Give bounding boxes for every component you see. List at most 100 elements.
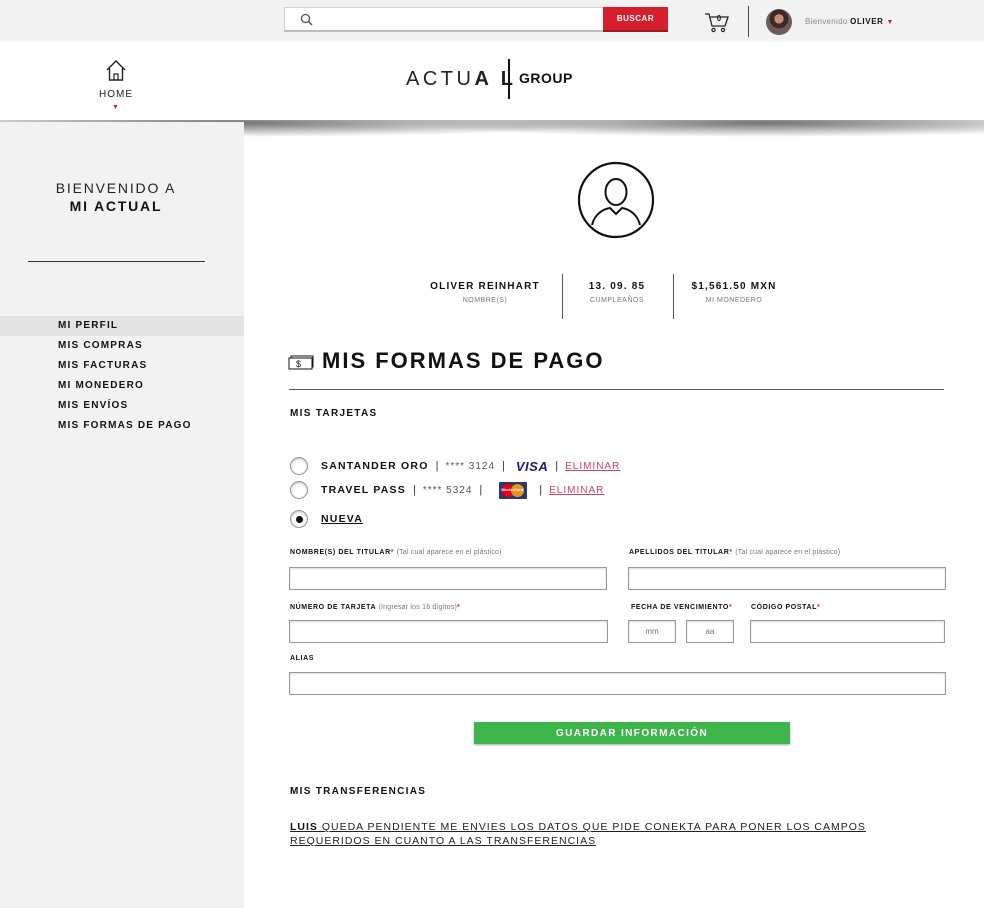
profile-birthday: 13. 09. 85 <box>588 281 646 292</box>
postal-label: CÓDIGO POSTAL* <box>751 604 820 611</box>
holder-last-label-text: APELLIDOS DEL TITULAR <box>629 549 730 556</box>
card-name: TRAVEL PASS <box>321 484 406 496</box>
alias-input[interactable] <box>289 672 946 695</box>
chevron-down-icon[interactable]: ▼ <box>112 104 119 111</box>
sidebar-welcome-line2: MI ACTUAL <box>69 198 163 214</box>
profile-name-stat: OLIVER REINHART NOMBRE(S) <box>425 281 545 304</box>
required-mark: * <box>390 549 395 556</box>
sidebar-item-mis-facturas[interactable]: MIS FACTURAS <box>0 356 244 376</box>
holder-first-input[interactable] <box>289 567 607 590</box>
holder-first-hint: (Tal cual aparece en el plástico) <box>396 549 502 556</box>
profile-wallet-label: MI MONEDERO <box>705 297 763 304</box>
required-mark: * <box>729 549 733 556</box>
sidebar-item-mis-formas-de-pago[interactable]: MIS FORMAS DE PAGO <box>0 416 244 436</box>
required-mark: * <box>817 604 821 611</box>
card-masked-number: **** 3124 <box>445 460 496 472</box>
holder-last-hint: (Tal cual aparece en el plástico) <box>735 549 841 556</box>
separator: | <box>435 460 439 472</box>
sidebar <box>0 122 244 908</box>
visa-logo: VISA <box>515 458 549 474</box>
sidebar-nav: MI PERFIL MIS COMPRAS MIS FACTURAS MI MO… <box>0 316 244 436</box>
sidebar-item-mis-envios[interactable]: MIS ENVÍOS <box>0 396 244 416</box>
logo-actual-bold: A L <box>474 68 517 90</box>
expiry-month-input[interactable] <box>628 620 676 643</box>
top-bar: BUSCAR 0 Bienvenido OLIVER ▼ <box>0 0 984 41</box>
chevron-down-icon: ▼ <box>886 19 894 26</box>
logo-actual-light: ACTU <box>406 68 475 90</box>
card-name: SANTANDER ORO <box>321 460 429 472</box>
user-menu[interactable]: Bienvenido OLIVER ▼ <box>805 17 894 26</box>
profile-birthday-stat: 13. 09. 85 CUMPLEAÑOS <box>576 281 658 304</box>
card-masked-number: **** 5324 <box>422 484 473 496</box>
note-author: LUIS <box>290 821 318 833</box>
home-icon[interactable] <box>105 59 127 82</box>
section-title: MIS FORMAS DE PAGO <box>322 348 605 373</box>
profile-name: OLIVER REINHART <box>430 281 540 292</box>
card-radio[interactable] <box>290 481 308 499</box>
card-number-input[interactable] <box>289 620 608 643</box>
sidebar-item-mi-monedero[interactable]: MI MONEDERO <box>0 376 244 396</box>
profile-birthday-label: CUMPLEAÑOS <box>589 297 644 304</box>
expiry-label-text: FECHA DE VENCIMIENTO <box>631 604 729 611</box>
sidebar-item-mi-perfil[interactable]: MI PERFIL <box>0 316 244 336</box>
logo-divider <box>508 59 510 99</box>
mastercard-logo: MasterCard <box>499 481 528 499</box>
profile-name-label: NOMBRE(S) <box>462 297 508 304</box>
card-number-hint: (Ingresar los 16 dígitos) <box>378 604 457 611</box>
mastercard-logo-text: MasterCard <box>501 486 524 492</box>
separator: | <box>555 460 559 472</box>
card-radio[interactable] <box>290 457 308 475</box>
alias-label: ALIAS <box>290 655 314 662</box>
holder-last-input[interactable] <box>628 567 946 590</box>
sidebar-divider <box>28 261 205 262</box>
expiry-label: FECHA DE VENCIMIENTO* <box>631 604 732 611</box>
welcome-prefix: Bienvenido <box>805 17 848 26</box>
holder-first-label: NOMBRE(S) DEL TITULAR* (Tal cual aparece… <box>290 549 502 556</box>
holder-last-label: APELLIDOS DEL TITULAR* (Tal cual aparece… <box>629 549 840 556</box>
expiry-year-input[interactable] <box>686 620 734 643</box>
postal-label-text: CÓDIGO POSTAL <box>751 604 818 611</box>
profile-wallet-stat: $1,561.50 MXN MI MONEDERO <box>688 281 780 304</box>
profile-avatar-icon[interactable] <box>577 161 655 239</box>
separator: | <box>479 484 483 496</box>
delete-card-link[interactable]: ELIMINAR <box>549 485 604 496</box>
stat-divider <box>562 274 563 319</box>
user-name: OLIVER <box>850 17 884 26</box>
note-text: QUEDA PENDIENTE ME ENVIES LOS DATOS QUE … <box>290 821 866 847</box>
home-link[interactable]: HOME <box>90 89 142 100</box>
stat-divider <box>673 274 674 319</box>
required-mark: * <box>457 604 461 611</box>
new-card-row: NUEVA <box>290 509 363 529</box>
separator: | <box>502 460 505 472</box>
cards-heading: MIS TARJETAS <box>290 408 378 419</box>
logo-group: GROUP <box>519 70 573 86</box>
search-button[interactable]: BUSCAR <box>603 7 668 32</box>
sidebar-welcome-line1: BIENVENIDO A <box>55 180 177 196</box>
pending-note: LUIS QUEDA PENDIENTE ME ENVIES LOS DATOS… <box>290 820 930 848</box>
top-divider <box>748 6 749 37</box>
save-button[interactable]: GUARDAR INFORMACIÓN <box>474 722 790 744</box>
delete-card-link[interactable]: ELIMINAR <box>565 461 620 472</box>
section-divider <box>289 389 944 390</box>
svg-text:$: $ <box>296 359 301 369</box>
holder-first-label-text: NOMBRE(S) DEL TITULAR <box>290 549 391 556</box>
card-number-label-text: NÚMERO DE TARJETA <box>290 604 376 611</box>
profile-wallet: $1,561.50 MXN <box>691 281 777 292</box>
postal-code-input[interactable] <box>750 620 945 643</box>
required-mark: * <box>728 604 733 611</box>
card-number-label: NÚMERO DE TARJETA (Ingresar los 16 dígit… <box>290 604 460 611</box>
card-row: TRAVEL PASS | **** 5324 | MasterCard | E… <box>290 480 604 500</box>
separator: | <box>539 484 543 496</box>
sidebar-item-mis-compras[interactable]: MIS COMPRAS <box>0 336 244 356</box>
card-row: SANTANDER ORO | **** 3124 | VISA | ELIMI… <box>290 456 620 476</box>
logo-actual[interactable]: ACTUA L <box>406 68 516 91</box>
money-icon: $ <box>288 355 314 370</box>
avatar[interactable] <box>766 9 792 35</box>
new-card-radio[interactable] <box>290 510 308 528</box>
search-icon <box>300 13 313 26</box>
transfers-heading: MIS TRANSFERENCIAS <box>290 786 427 797</box>
search-input[interactable] <box>284 7 604 32</box>
separator: | <box>412 484 416 496</box>
cart-count-badge: 0 <box>716 14 722 23</box>
new-card-label[interactable]: NUEVA <box>321 513 363 525</box>
